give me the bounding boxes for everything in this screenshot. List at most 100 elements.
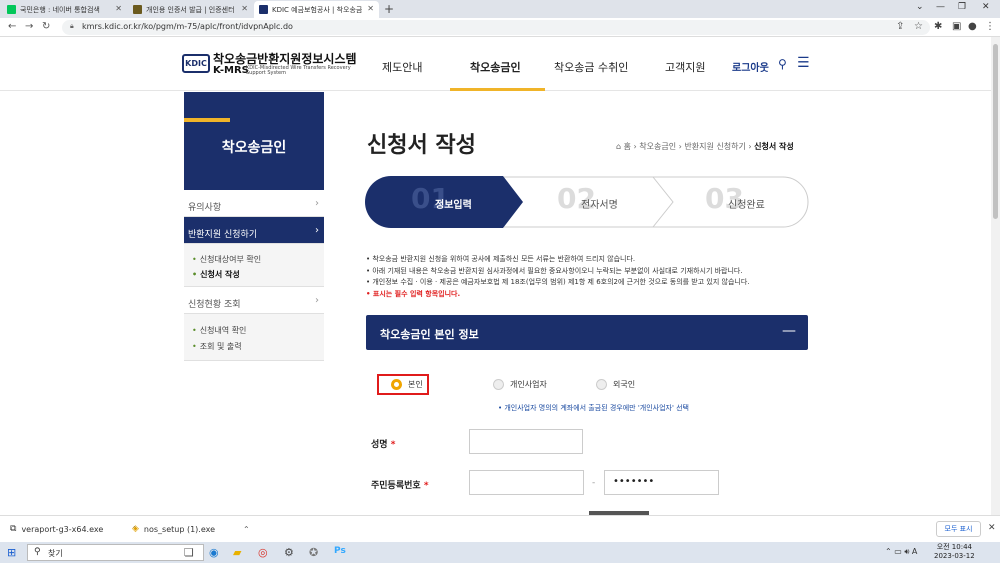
sidebar-sub-label: 조회 및 출력 [199, 342, 242, 351]
windows-start-icon[interactable]: ⊞ [7, 546, 16, 559]
reload-icon[interactable]: ↻ [42, 21, 50, 32]
sidebar-sub-history[interactable]: • 신청내역 확인 [192, 325, 246, 336]
clock-date: 2023-03-12 [934, 552, 975, 560]
task-view-icon[interactable]: ❏ [184, 546, 194, 559]
rrn-masked-value: ••••••• [613, 476, 655, 487]
new-tab-plus-icon[interactable]: + [384, 2, 394, 16]
highlight-box [377, 374, 429, 395]
settings-gear-icon[interactable]: ⚙ [284, 546, 294, 559]
sidebar-sub-write-form[interactable]: • 신청서 작성 [192, 269, 240, 280]
search-icon[interactable]: ⚲ [778, 57, 787, 71]
name-field[interactable] [469, 429, 583, 454]
required-star: * [390, 440, 396, 450]
sidebar-item-apply[interactable]: 반환지원 신청하기 › [184, 217, 324, 244]
section-header-sender-info[interactable]: 착오송금인 본인 정보 — [366, 315, 808, 350]
notice-item: • 아래 기재된 내용은 착오송금 반환지원 심사과정에서 필요한 중요사항이오… [366, 266, 743, 275]
name-label: 성명 * [371, 437, 395, 450]
minimize-icon[interactable]: — [936, 2, 945, 12]
bullet-dot-icon: • [192, 342, 197, 351]
windows-taskbar: ⊞ ⚲ 찾기 ❏ ◉ ▰ ◎ ⚙ ✪ Ps ⌃ ▭ 🔊︎ A 오전 10:44 … [0, 542, 1000, 563]
close-icon[interactable]: ✕ [988, 523, 996, 533]
sidebar-sub-eligibility[interactable]: • 신청대상여부 확인 [192, 254, 261, 265]
system-tray-icons[interactable]: ⌃ ▭ 🔊︎ A [885, 547, 917, 557]
kdic-logo[interactable]: KDIC [182, 54, 210, 73]
rrn-label: 주민등록번호 * [371, 478, 429, 491]
nav-recipient[interactable]: 착오송금 수취인 [554, 59, 628, 75]
maximize-icon[interactable]: ❐ [958, 2, 966, 12]
taskbar-search-box[interactable]: ⚲ 찾기 [27, 544, 204, 561]
close-icon[interactable]: ✕ [241, 4, 248, 13]
sidebar-item-status[interactable]: 신청현황 조회 › [184, 287, 324, 314]
nav-customer-support[interactable]: 고객지원 [665, 59, 705, 75]
file-exe-icon: ⧉ [10, 524, 17, 534]
scrollbar-thumb[interactable] [993, 44, 998, 219]
close-icon[interactable]: ✕ [115, 4, 122, 13]
sidebar-item-notice[interactable]: 유의사항 › [184, 190, 324, 217]
share-icon[interactable]: ⇪ [896, 21, 904, 32]
sidebar-panel-icon[interactable]: ▣ [952, 21, 961, 32]
browser-tab-3[interactable]: KDIC 예금보험공사 | 착오송금 ✕ [254, 1, 379, 18]
download-item-2[interactable]: ◈ nos_setup (1).exe ⌃ [132, 524, 250, 534]
profile-icon[interactable]: ● [968, 21, 977, 32]
radio-unselected-icon[interactable] [493, 379, 504, 390]
chevron-right-icon: › [315, 198, 319, 209]
collapse-minus-icon[interactable]: — [782, 323, 796, 339]
forward-arrow-icon[interactable]: → [25, 21, 33, 32]
rrn-separator: - [592, 478, 596, 488]
nav-system-guide[interactable]: 제도안내 [382, 59, 422, 75]
taskbar-clock[interactable]: 오전 10:44 2023-03-12 [934, 543, 975, 561]
bookmark-star-icon[interactable]: ☆ [914, 21, 923, 32]
close-icon[interactable]: ✕ [367, 4, 374, 13]
window-close-icon[interactable]: ✕ [982, 2, 990, 12]
sidebar-sub-print[interactable]: • 조회 및 출력 [192, 341, 242, 352]
chevron-up-icon[interactable]: ⌃ [243, 525, 250, 534]
sidebar-accent-bar [184, 118, 230, 122]
download-item-1[interactable]: ⧉ veraport-g3-x64.exe ⌃ [10, 524, 138, 534]
search-icon: ⚲ [34, 547, 41, 557]
extensions-puzzle-icon[interactable]: ✱ [934, 21, 942, 32]
sidebar-title: 착오송금인 [221, 140, 287, 156]
back-arrow-icon[interactable]: ← [8, 21, 16, 32]
tab-search-chevron-icon[interactable]: ⌄ [916, 2, 924, 12]
breadcrumb-apply[interactable]: 반환지원 신청하기 [684, 142, 745, 151]
section-title: 착오송금인 본인 정보 [380, 328, 479, 341]
sidebar-sub-label: 신청내역 확인 [199, 326, 247, 335]
applicant-type-note: • 개인사업자 명의의 계좌에서 출금된 경우에만 '개인사업자' 선택 [498, 404, 689, 412]
required-star: * [423, 481, 429, 491]
step-progress: 01 정보입력 02 전자서명 03 신청완료 [365, 176, 809, 232]
browser-tab-2[interactable]: 개인용 인증서 발급 | 인증센터 ✕ [128, 1, 253, 18]
nav-sender[interactable]: 착오송금인 [470, 59, 521, 75]
sidebar-subgroup-apply: • 신청대상여부 확인 • 신청서 작성 [184, 244, 324, 287]
home-icon[interactable]: ⌂ [616, 142, 621, 151]
file-explorer-icon[interactable]: ▰ [233, 546, 241, 559]
browser-toolbar: ← → ↻ 🔒︎ kmrs.kdic.or.kr/ko/pgm/m-75/apl… [0, 18, 1000, 37]
sidebar-sub-label: 신청대상여부 확인 [199, 255, 262, 264]
radio-sole-proprietor[interactable]: 개인사업자 [493, 379, 547, 390]
breadcrumb-home[interactable]: 홈 [624, 142, 631, 151]
step-1-label: 정보입력 [435, 200, 472, 211]
app-icon[interactable]: ✪ [309, 546, 318, 559]
cert-favicon-icon [133, 5, 142, 14]
breadcrumb-current: 신청서 작성 [754, 142, 794, 151]
tab-title: 개인용 인증서 발급 | 인증센터 [146, 5, 235, 14]
rrn-back-field[interactable]: ••••••• [604, 470, 719, 495]
logo-subtitle: KDIC-Misdirected Wire Transfers Recovery… [246, 65, 351, 76]
nav-active-indicator [450, 88, 545, 91]
sidebar-item-label: 유의사항 [188, 203, 222, 213]
hamburger-menu-icon[interactable]: ☰ [797, 55, 810, 71]
chevron-right-icon: › [315, 225, 319, 236]
radio-unselected-icon[interactable] [596, 379, 607, 390]
radio-foreigner[interactable]: 외국인 [596, 379, 635, 390]
show-all-downloads-button[interactable]: 모두 표시 [936, 521, 981, 537]
chrome-icon[interactable]: ◎ [258, 546, 268, 559]
photoshop-icon[interactable]: Ps [334, 546, 346, 556]
lock-icon[interactable]: 🔒︎ [70, 22, 74, 31]
url-text: kmrs.kdic.or.kr/ko/pgm/m-75/aplc/front/i… [82, 22, 293, 31]
edge-browser-icon[interactable]: ◉ [209, 546, 219, 559]
address-bar[interactable]: 🔒︎ kmrs.kdic.or.kr/ko/pgm/m-75/aplc/fron… [62, 20, 930, 35]
rrn-front-field[interactable] [469, 470, 584, 495]
breadcrumb-sender[interactable]: 착오송금인 [639, 142, 676, 151]
logout-link[interactable]: 로그아웃 [732, 59, 769, 74]
browser-tab-1[interactable]: 국민은행 : 네이버 통합검색 ✕ [2, 1, 127, 18]
more-menu-icon[interactable]: ⋮ [985, 21, 995, 32]
